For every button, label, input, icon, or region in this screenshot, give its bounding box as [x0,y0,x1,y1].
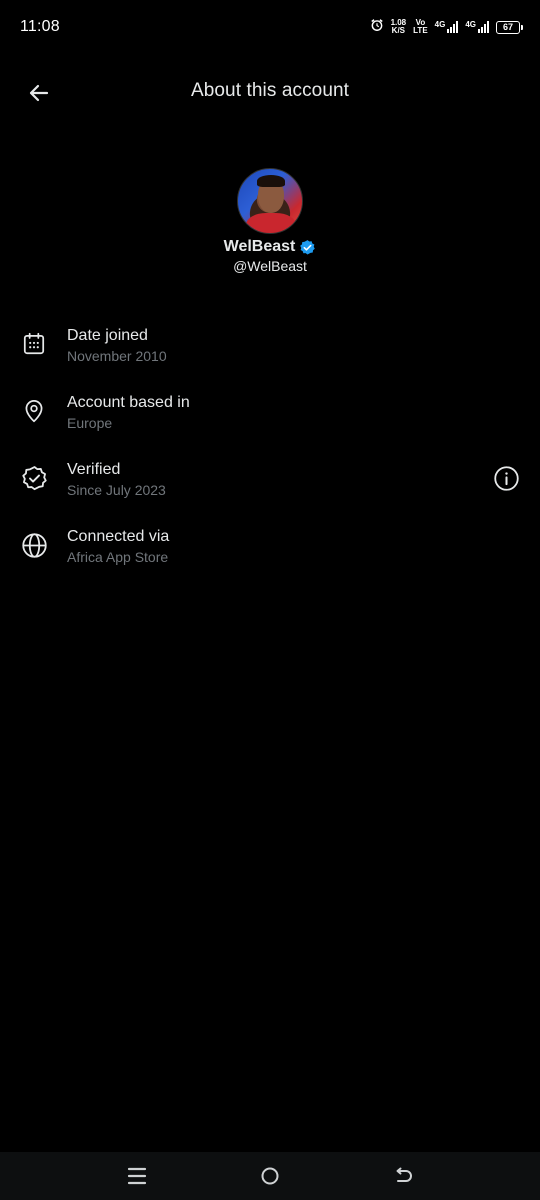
network-speed: 1.08 K/S [390,18,407,35]
info-icon [493,465,519,491]
status-bar: 11:08 1.08 K/S Vo LTE 4G 4G 67 [0,0,540,54]
back-return-icon [396,1167,413,1182]
info-subtitle: November 2010 [67,348,167,364]
info-row-connected-via: Connected via Africa App Store [0,523,540,590]
status-indicators: 1.08 K/S Vo LTE 4G 4G 67 [370,18,523,37]
name-row: WelBeast [0,238,540,256]
profile-summary: WelBeast @WelBeast [0,168,540,274]
info-subtitle: Europe [67,415,113,431]
recent-apps-button[interactable] [117,1156,157,1196]
info-row-date-joined: Date joined November 2010 [0,322,540,389]
avatar[interactable] [237,168,303,234]
user-handle: @WelBeast [233,258,307,274]
signal-bars-icon [447,21,459,33]
status-time: 11:08 [20,18,60,35]
page-title: About this account [190,80,350,101]
location-pin-icon [20,397,48,425]
account-info-list: Date joined November 2010 Account based … [0,322,540,590]
battery-icon: 67 [496,20,523,34]
info-row-verified: Verified Since July 2023 [0,456,540,523]
info-title: Account based in [67,394,190,411]
volte-indicator: Vo LTE [413,18,428,35]
system-back-button[interactable] [383,1156,423,1196]
calendar-icon [20,330,48,358]
signal-bars-icon [478,21,489,33]
info-title: Verified [67,461,121,478]
globe-icon [20,531,48,559]
signal-sim1: 4G [435,21,459,33]
verified-info-button[interactable] [492,464,520,492]
signal-sim2: 4G [465,21,489,33]
info-subtitle: Africa App Store [67,549,169,565]
home-button[interactable] [250,1156,290,1196]
info-title: Connected via [67,528,170,545]
verified-badge-icon [20,464,48,492]
info-subtitle: Since July 2023 [67,482,166,498]
display-name: WelBeast [223,238,296,255]
home-circle-icon [261,1167,279,1185]
info-title: Date joined [67,327,148,344]
header: About this account [0,64,540,120]
menu-lines-icon [127,1167,146,1185]
verified-checkmark-icon [300,239,316,255]
info-row-account-based-in: Account based in Europe [0,389,540,456]
alarm-icon [370,18,384,37]
system-navigation-bar [0,1152,540,1200]
about-account-screen: 11:08 1.08 K/S Vo LTE 4G 4G 67 About thi… [0,0,540,1200]
